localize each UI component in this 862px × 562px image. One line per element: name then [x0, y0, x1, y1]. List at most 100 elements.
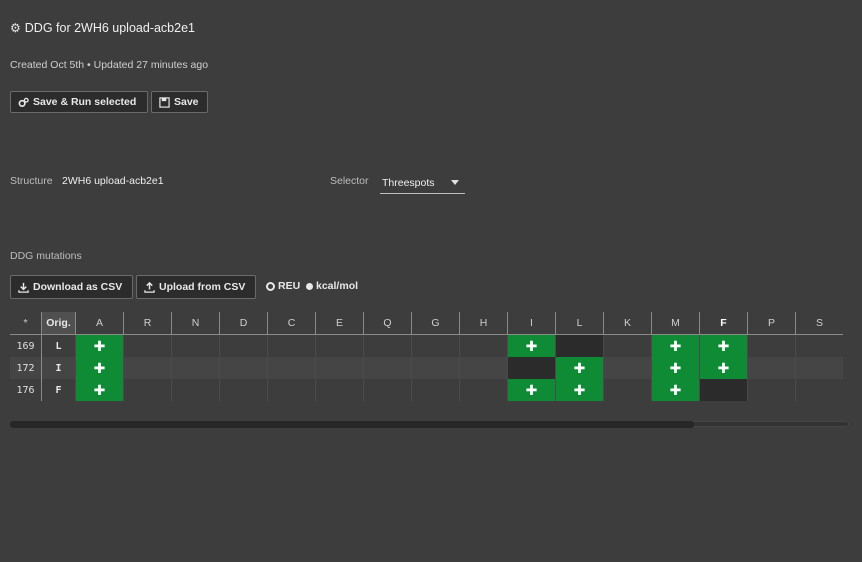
header-aa-G[interactable]: G — [411, 312, 460, 335]
mutation-cell[interactable] — [219, 334, 268, 357]
selector-label: Selector — [330, 175, 369, 187]
plus-icon: ✚ — [93, 381, 106, 398]
chevron-down-icon — [451, 180, 459, 185]
mutation-grid: * Orig. A R N D C E Q G H I L K M F P S … — [10, 312, 843, 401]
plus-icon: ✚ — [525, 381, 538, 398]
mutation-cell-selected[interactable]: ✚ — [555, 379, 604, 401]
mutation-cell[interactable] — [315, 379, 364, 401]
timestamp-meta: Created Oct 5th • Updated 27 minutes ago — [10, 59, 209, 71]
download-csv-label: Download as CSV — [33, 281, 123, 293]
unit-radio-reu[interactable]: REU — [266, 280, 300, 292]
gears-icon — [18, 97, 29, 107]
mutation-cell[interactable] — [267, 357, 316, 379]
mutation-cell[interactable] — [171, 334, 220, 357]
mutation-cell[interactable] — [123, 379, 172, 401]
mutation-cell[interactable] — [747, 334, 796, 357]
mutation-cell-selected[interactable]: ✚ — [507, 379, 556, 401]
unit-label-reu: REU — [278, 280, 301, 292]
mutation-cell-selected[interactable]: ✚ — [651, 379, 700, 401]
plus-icon: ✚ — [573, 381, 586, 398]
row-position: 172 — [10, 357, 42, 379]
mutation-cell-selected[interactable]: ✚ — [75, 357, 124, 379]
mutation-cell-selected[interactable]: ✚ — [555, 357, 604, 379]
header-aa-M[interactable]: M — [651, 312, 700, 335]
header-aa-P[interactable]: P — [747, 312, 796, 335]
mutation-cell[interactable] — [123, 334, 172, 357]
horizontal-scrollbar-thumb[interactable] — [10, 421, 694, 428]
download-csv-button[interactable]: Download as CSV — [10, 275, 133, 299]
mutation-cell[interactable] — [411, 334, 460, 357]
mutation-cell[interactable] — [363, 379, 412, 401]
mutation-cell[interactable] — [363, 334, 412, 357]
save-button[interactable]: Save — [151, 91, 208, 113]
save-and-run-button[interactable]: Save & Run selected — [10, 91, 148, 113]
mutation-cell[interactable] — [603, 334, 652, 357]
radio-unselected-icon — [306, 282, 313, 290]
mutation-cell-selected[interactable]: ✚ — [507, 334, 556, 357]
header-aa-K[interactable]: K — [603, 312, 652, 335]
download-icon — [18, 282, 29, 293]
mutation-cell[interactable] — [459, 334, 508, 357]
header-star: * — [10, 312, 42, 335]
mutation-cell-selected[interactable]: ✚ — [75, 334, 124, 357]
mutation-cell[interactable] — [219, 357, 268, 379]
grid-header-row: * Orig. A R N D C E Q G H I L K M F P S — [10, 312, 843, 335]
mutation-cell-original[interactable] — [507, 357, 556, 379]
table-row: 172 I ✚ ✚ ✚ ✚ — [10, 357, 843, 379]
plus-icon: ✚ — [669, 337, 682, 354]
mutation-cell[interactable] — [363, 357, 412, 379]
mutation-cell-selected[interactable]: ✚ — [651, 334, 700, 357]
header-aa-I[interactable]: I — [507, 312, 556, 335]
header-aa-L[interactable]: L — [555, 312, 604, 335]
header-aa-D[interactable]: D — [219, 312, 268, 335]
page-title-text: DDG for 2WH6 upload-acb2e1 — [24, 21, 195, 35]
mutation-cell[interactable] — [411, 357, 460, 379]
header-orig: Orig. — [41, 312, 76, 335]
mutation-cell[interactable] — [795, 357, 843, 379]
mutation-cell-selected[interactable]: ✚ — [75, 379, 124, 401]
mutation-cell-original[interactable] — [699, 379, 748, 401]
save-and-run-label: Save & Run selected — [33, 96, 137, 108]
mutation-cell[interactable] — [747, 379, 796, 401]
header-aa-R[interactable]: R — [123, 312, 172, 335]
header-aa-H[interactable]: H — [459, 312, 508, 335]
header-aa-N[interactable]: N — [171, 312, 220, 335]
header-aa-Q[interactable]: Q — [363, 312, 412, 335]
mutation-cell-selected[interactable]: ✚ — [699, 334, 748, 357]
header-aa-S[interactable]: S — [795, 312, 843, 335]
header-aa-C[interactable]: C — [267, 312, 316, 335]
upload-csv-button[interactable]: Upload from CSV — [136, 275, 256, 299]
floppy-icon — [159, 96, 170, 108]
mutation-cell[interactable] — [459, 379, 508, 401]
mutation-cell[interactable] — [459, 357, 508, 379]
page-title: ⚙ DDG for 2WH6 upload-acb2e1 — [10, 21, 195, 35]
unit-label-kcal: kcal/mol — [316, 280, 359, 292]
header-aa-A[interactable]: A — [75, 312, 124, 335]
mutation-cell[interactable] — [315, 357, 364, 379]
table-row: 176 F ✚ ✚ ✚ ✚ — [10, 379, 843, 401]
header-aa-E[interactable]: E — [315, 312, 364, 335]
mutation-cell[interactable] — [123, 357, 172, 379]
mutation-cell-original[interactable] — [555, 334, 604, 357]
mutation-cell-selected[interactable]: ✚ — [651, 357, 700, 379]
row-position: 169 — [10, 334, 42, 357]
mutation-cell-selected[interactable]: ✚ — [699, 357, 748, 379]
mutation-cell[interactable] — [171, 357, 220, 379]
mutation-cell[interactable] — [267, 334, 316, 357]
mutation-cell[interactable] — [795, 334, 843, 357]
mutation-cell[interactable] — [171, 379, 220, 401]
mutation-cell[interactable] — [315, 334, 364, 357]
unit-radio-kcal[interactable]: kcal/mol — [306, 280, 358, 292]
gear-icon: ⚙ — [10, 21, 21, 35]
mutation-cell[interactable] — [411, 379, 460, 401]
mutation-cell[interactable] — [267, 379, 316, 401]
mutation-cell[interactable] — [747, 357, 796, 379]
header-aa-F[interactable]: F — [699, 312, 748, 335]
selector-dropdown[interactable]: Threespots — [380, 172, 465, 194]
save-label: Save — [174, 96, 199, 108]
mutation-cell[interactable] — [603, 379, 652, 401]
mutation-cell[interactable] — [603, 357, 652, 379]
selector-value: Threespots — [382, 176, 435, 189]
mutation-cell[interactable] — [795, 379, 843, 401]
mutation-cell[interactable] — [219, 379, 268, 401]
